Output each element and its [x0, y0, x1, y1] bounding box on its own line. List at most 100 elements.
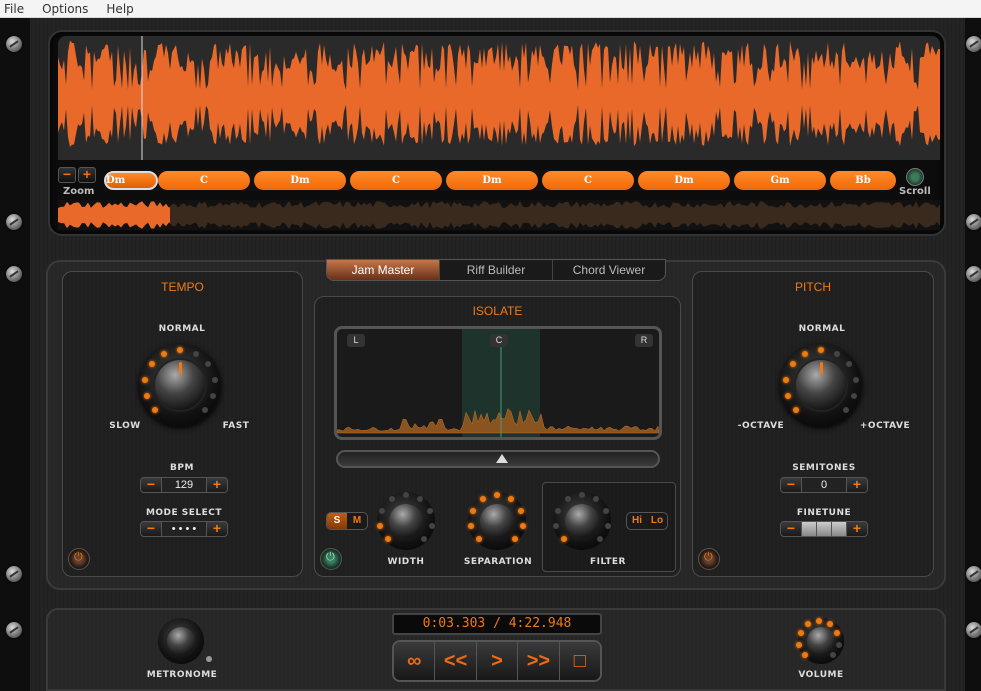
rewind-button[interactable]: <<	[435, 642, 477, 680]
tempo-normal-label: NORMAL	[158, 324, 206, 334]
screw-icon	[966, 566, 981, 582]
semitones-increase-button[interactable]: +	[847, 477, 867, 492]
mode-tabs: Jam Master Riff Builder Chord Viewer	[326, 259, 666, 281]
knob-led-icon	[797, 630, 804, 637]
chord-dm[interactable]: Dm	[638, 171, 730, 190]
knob-led-icon	[560, 536, 567, 543]
menu-options[interactable]: Options	[42, 2, 88, 16]
bpm-value[interactable]: 129	[161, 478, 207, 492]
waveform-graphic	[58, 36, 940, 160]
bpm-label: BPM	[170, 463, 194, 473]
metronome-knob[interactable]	[158, 618, 204, 664]
screw-icon	[6, 36, 22, 52]
pitch-title: PITCH	[795, 280, 831, 294]
chord-c[interactable]: C	[542, 171, 634, 190]
knob-led-icon	[604, 523, 611, 530]
mute-button[interactable]: M	[347, 513, 367, 529]
time-display: 0:03.303 / 4:22.948	[392, 613, 602, 635]
left-channel-tag: L	[347, 334, 365, 347]
knob-led-icon	[428, 523, 435, 530]
bpm-decrease-button[interactable]: −	[141, 477, 161, 492]
knob-cap	[480, 504, 514, 538]
pitch-normal-label: NORMAL	[798, 324, 846, 334]
finetune-decrease-button[interactable]: −	[781, 521, 801, 536]
isolate-spectrum-display[interactable]: L C R	[334, 326, 662, 440]
chord-dm[interactable]: Dm	[104, 171, 158, 190]
screw-icon	[966, 266, 981, 282]
pitch-power-button[interactable]	[698, 548, 720, 570]
tab-riff-builder[interactable]: Riff Builder	[440, 260, 553, 280]
metronome-indicator	[206, 656, 212, 662]
knob-led-icon	[152, 406, 159, 413]
zoom-in-button[interactable]: +	[78, 167, 96, 183]
menu-help[interactable]: Help	[106, 2, 133, 16]
screw-icon	[6, 266, 22, 282]
waveform-overview[interactable]	[58, 200, 940, 230]
mode-select-stepper: − • • • • +	[140, 521, 228, 537]
pan-slider[interactable]	[336, 450, 660, 468]
knob-led-icon	[833, 350, 840, 357]
finetune-increase-button[interactable]: +	[847, 521, 867, 536]
scroll-toggle-button[interactable]	[906, 168, 924, 186]
bpm-stepper: − 129 +	[140, 477, 228, 493]
waveform-display[interactable]	[58, 36, 940, 160]
play-button[interactable]: >	[476, 642, 519, 680]
tab-jam-master[interactable]: Jam Master	[327, 260, 440, 280]
screw-icon	[966, 214, 981, 230]
lo-button[interactable]: Lo	[647, 513, 667, 529]
solo-button[interactable]: S	[327, 513, 347, 529]
right-channel-tag: R	[635, 334, 653, 347]
chord-dm[interactable]: Dm	[254, 171, 346, 190]
knob-led-icon	[835, 641, 842, 648]
knob-led-icon	[469, 508, 476, 515]
rack-rail-left	[0, 18, 30, 691]
pitch-knob-pointer	[820, 362, 823, 374]
semitones-value[interactable]: 0	[801, 478, 847, 492]
chord-dm[interactable]: Dm	[446, 171, 538, 190]
chord-bb[interactable]: Bb	[830, 171, 896, 190]
waveform-shape	[58, 40, 940, 147]
semitones-decrease-button[interactable]: −	[781, 477, 801, 492]
pan-slider-thumb[interactable]	[496, 454, 508, 463]
chord-gm[interactable]: Gm	[734, 171, 826, 190]
knob-led-icon	[475, 536, 482, 543]
tab-chord-viewer[interactable]: Chord Viewer	[553, 260, 665, 280]
isolate-title: ISOLATE	[472, 304, 523, 318]
chord-c[interactable]: C	[158, 171, 250, 190]
menu-file[interactable]: File	[4, 2, 24, 16]
metronome-label: METRONOME	[146, 670, 218, 680]
screw-icon	[6, 214, 22, 230]
bpm-increase-button[interactable]: +	[207, 477, 227, 492]
volume-label: VOLUME	[798, 670, 844, 680]
loop-button[interactable]: ∞	[394, 642, 436, 680]
zoom-label: Zoom	[63, 186, 95, 197]
knob-led-icon	[802, 350, 809, 357]
knob-cap	[167, 627, 195, 655]
knob-led-icon	[852, 376, 859, 383]
finetune-slider[interactable]	[801, 522, 847, 536]
knob-led-icon	[818, 347, 824, 353]
knob-led-icon	[801, 652, 808, 659]
knob-led-icon	[494, 492, 500, 498]
stop-button[interactable]: □	[559, 642, 600, 680]
transport-controls: ∞ << > >> □	[392, 640, 602, 682]
tempo-fast-label: FAST	[222, 421, 250, 431]
minus-octave-label: -OCTAVE	[737, 421, 785, 431]
finetune-stepper: − +	[780, 521, 868, 537]
tempo-power-button[interactable]	[68, 548, 90, 570]
mode-next-button[interactable]: +	[207, 521, 227, 536]
knob-led-icon	[211, 376, 218, 383]
tempo-knob[interactable]	[139, 344, 221, 426]
knob-led-icon	[579, 492, 585, 498]
fast-forward-button[interactable]: >>	[518, 642, 560, 680]
filter-label: FILTER	[590, 557, 626, 567]
rack-rail-right	[965, 18, 981, 691]
knob-led-icon	[388, 496, 395, 503]
isolate-power-button[interactable]	[320, 548, 342, 570]
hi-button[interactable]: Hi	[627, 513, 647, 529]
mode-value: • • • •	[161, 522, 207, 536]
mode-prev-button[interactable]: −	[141, 521, 161, 536]
zoom-out-button[interactable]: −	[58, 167, 76, 183]
chord-c[interactable]: C	[350, 171, 442, 190]
pitch-knob[interactable]	[780, 344, 862, 426]
